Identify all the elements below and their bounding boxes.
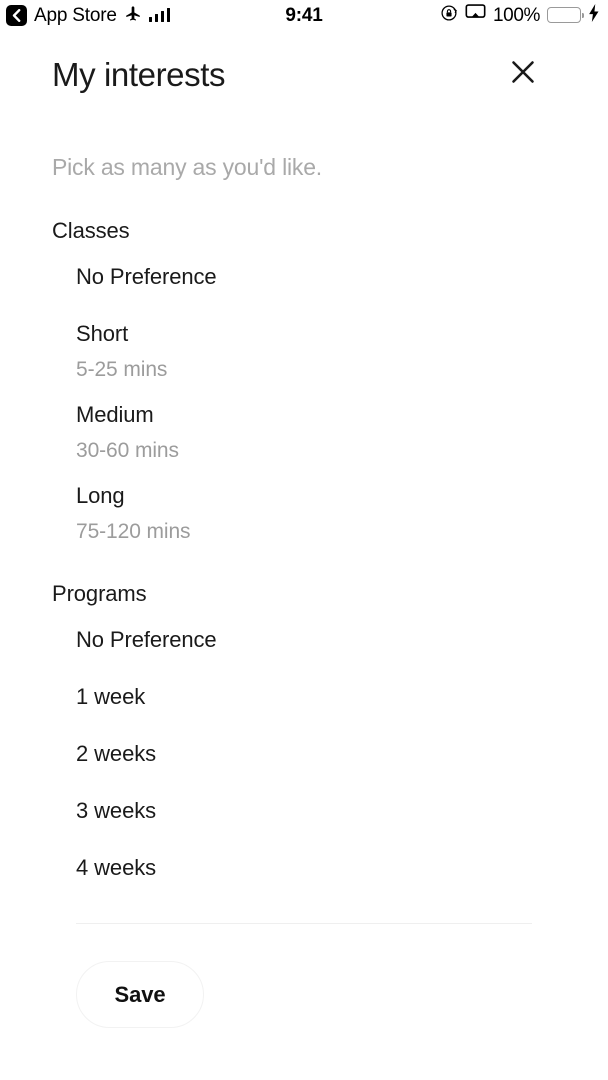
charging-bolt-icon: [588, 3, 600, 27]
option-label: 1 week: [76, 684, 146, 709]
option-label: Long: [76, 483, 125, 508]
option-label: Medium: [76, 402, 154, 427]
option-sublabel: 75-120 mins: [76, 520, 191, 543]
close-button[interactable]: [503, 54, 543, 94]
option-label: Short: [76, 321, 129, 346]
option-list-classes: No Preference Short 5-25 mins Medium 30-…: [52, 266, 556, 543]
page-title: My interests: [52, 55, 226, 93]
option-sublabel: 5-25 mins: [76, 358, 168, 381]
option-label: 2 weeks: [76, 741, 157, 766]
option-label: 3 weeks: [76, 798, 157, 823]
option-label: No Preference: [76, 264, 217, 289]
status-bar: App Store 9:41 100%: [0, 0, 608, 30]
page-footer: Save: [0, 923, 608, 1028]
airplane-mode-icon: [124, 4, 142, 27]
option-programs-3-weeks[interactable]: 3 weeks: [52, 800, 556, 822]
option-programs-1-week[interactable]: 1 week: [52, 686, 556, 708]
rotation-lock-icon: [440, 4, 458, 27]
back-to-app-button[interactable]: [6, 4, 27, 26]
option-classes-short[interactable]: Short 5-25 mins: [52, 321, 556, 381]
save-button[interactable]: Save: [76, 961, 204, 1028]
section-programs: Programs No Preference 1 week 2 weeks 3 …: [52, 583, 556, 879]
instruction-text: Pick as many as you'd like.: [52, 154, 322, 180]
option-classes-long[interactable]: Long 75-120 mins: [52, 483, 556, 543]
battery-percentage-label: 100%: [493, 4, 540, 26]
section-classes: Classes No Preference Short 5-25 mins Me…: [52, 218, 556, 543]
page-header: My interests: [0, 30, 608, 94]
option-sublabel: 30-60 mins: [76, 439, 179, 462]
cellular-signal-icon: [148, 8, 171, 22]
close-icon: [510, 59, 536, 90]
status-bar-left: App Store: [6, 4, 171, 27]
option-label: 4 weeks: [76, 855, 157, 880]
save-button-container: Save: [52, 924, 556, 1028]
section-title-programs: Programs: [52, 581, 147, 606]
interests-content: Pick as many as you'd like. Classes No P…: [0, 156, 608, 879]
status-bar-right: 100%: [440, 3, 600, 27]
screen-mirroring-icon: [465, 4, 486, 26]
option-list-programs: No Preference 1 week 2 weeks 3 weeks 4 w…: [52, 629, 556, 879]
chevron-left-icon: [11, 8, 22, 22]
option-programs-2-weeks[interactable]: 2 weeks: [52, 743, 556, 765]
battery-icon: [547, 7, 585, 23]
option-programs-4-weeks[interactable]: 4 weeks: [52, 857, 556, 879]
option-label: No Preference: [76, 627, 217, 652]
option-classes-medium[interactable]: Medium 30-60 mins: [52, 402, 556, 462]
option-programs-no-preference[interactable]: No Preference: [52, 629, 556, 651]
back-app-label: App Store: [34, 4, 117, 26]
section-title-classes: Classes: [52, 218, 130, 243]
option-classes-no-preference[interactable]: No Preference: [52, 266, 556, 288]
